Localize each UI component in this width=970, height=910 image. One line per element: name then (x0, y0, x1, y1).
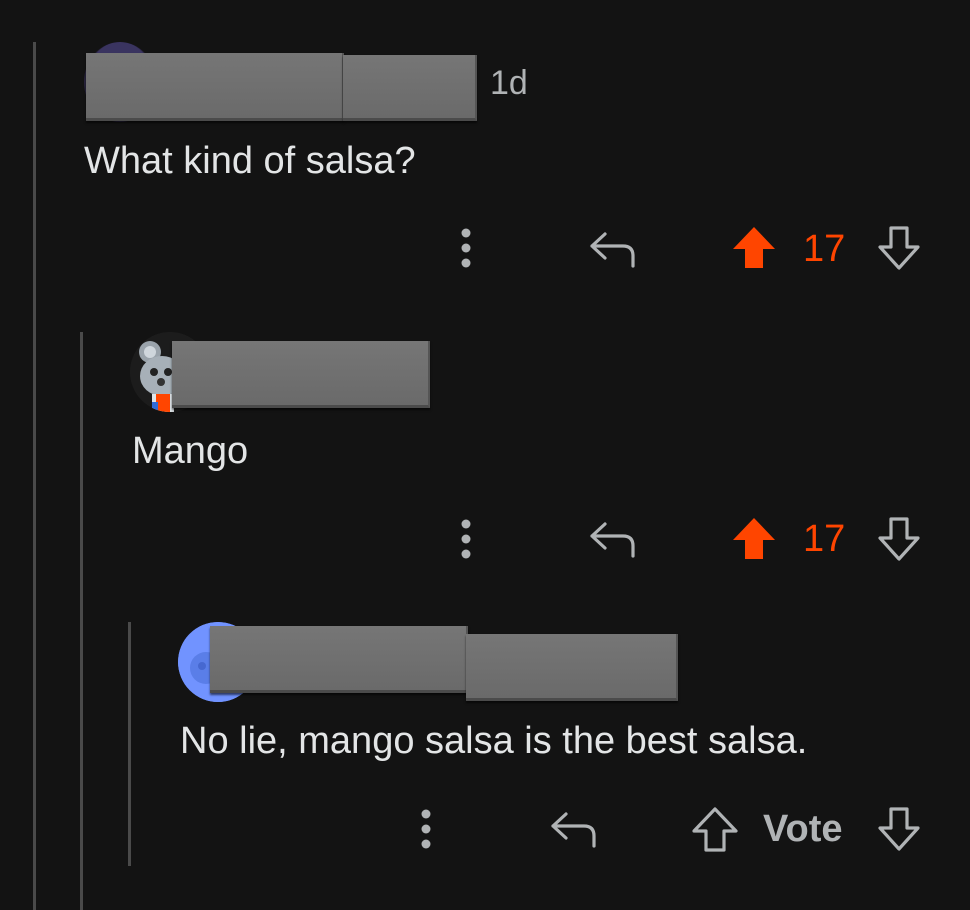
more-vertical-icon (461, 228, 471, 268)
vote-score: 17 (803, 518, 846, 560)
reply-button[interactable] (545, 804, 601, 852)
redacted-username (86, 53, 344, 121)
more-vertical-icon (421, 809, 431, 849)
upvote-button[interactable] (728, 513, 780, 563)
more-options-button[interactable] (448, 224, 484, 272)
downvote-arrow-icon (878, 226, 920, 270)
redacted-flair (466, 634, 678, 701)
reply-arrow-icon (590, 522, 635, 558)
downvote-button[interactable] (874, 803, 924, 855)
thread-line-level-1[interactable] (33, 42, 36, 910)
redacted-username (210, 626, 468, 693)
upvote-arrow-icon (733, 227, 775, 268)
comment-body: What kind of salsa? (84, 140, 416, 182)
comment-body: No lie, mango salsa is the best salsa. (180, 720, 808, 762)
more-options-button[interactable] (408, 805, 444, 853)
thread-line-level-3[interactable] (128, 622, 131, 866)
downvote-arrow-icon (878, 807, 920, 851)
vote-score: 17 (803, 228, 846, 270)
reply-button[interactable] (584, 514, 640, 562)
vote-label: Vote (763, 808, 843, 850)
downvote-arrow-icon (878, 517, 920, 561)
comment-age: 1d (490, 64, 528, 102)
downvote-button[interactable] (874, 513, 924, 565)
comment-thread: 1d What kind of salsa? 17 Mango 17 No li… (0, 0, 970, 910)
more-vertical-icon (461, 519, 471, 559)
more-options-button[interactable] (448, 515, 484, 563)
redacted-flair (343, 55, 477, 121)
reply-arrow-icon (551, 812, 596, 848)
upvote-button[interactable] (690, 804, 740, 854)
upvote-arrow-icon (733, 518, 775, 559)
redacted-username (172, 341, 430, 408)
thread-line-level-2[interactable] (80, 332, 83, 910)
upvote-button[interactable] (728, 222, 780, 272)
reply-button[interactable] (584, 224, 640, 272)
comment-body: Mango (132, 430, 249, 472)
downvote-button[interactable] (874, 222, 924, 274)
reply-arrow-icon (590, 232, 635, 268)
upvote-arrow-icon (692, 807, 738, 852)
